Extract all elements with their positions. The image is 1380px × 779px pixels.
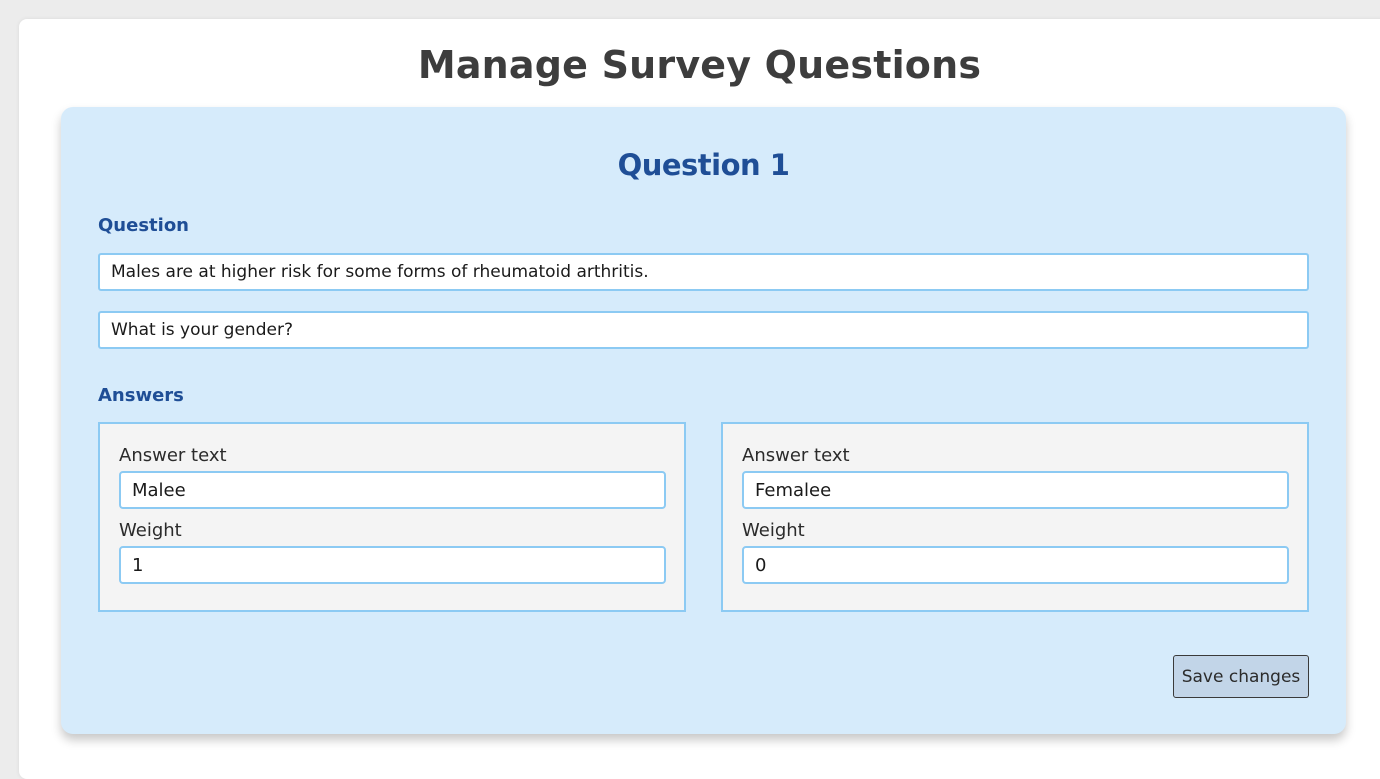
question-card: Question 1 Question Answers Answer text … [61,107,1346,734]
weight-input[interactable] [742,546,1289,584]
answer-text-label: Answer text [119,445,227,466]
answer-text-input[interactable] [119,471,666,509]
answer-box: Answer text Weight [98,422,686,612]
page-container: Manage Survey Questions Question 1 Quest… [19,19,1380,779]
question-section-label: Question [98,215,189,236]
weight-label: Weight [742,520,805,541]
answer-text-label: Answer text [742,445,850,466]
weight-input[interactable] [119,546,666,584]
weight-label: Weight [119,520,182,541]
answers-section-label: Answers [98,385,184,406]
page-title: Manage Survey Questions [417,43,982,87]
question-text-input[interactable] [98,311,1309,349]
question-fact-input[interactable] [98,253,1309,291]
answer-text-input[interactable] [742,471,1289,509]
save-changes-button[interactable]: Save changes [1173,655,1309,698]
answer-box: Answer text Weight [721,422,1309,612]
question-heading: Question 1 [617,148,790,182]
